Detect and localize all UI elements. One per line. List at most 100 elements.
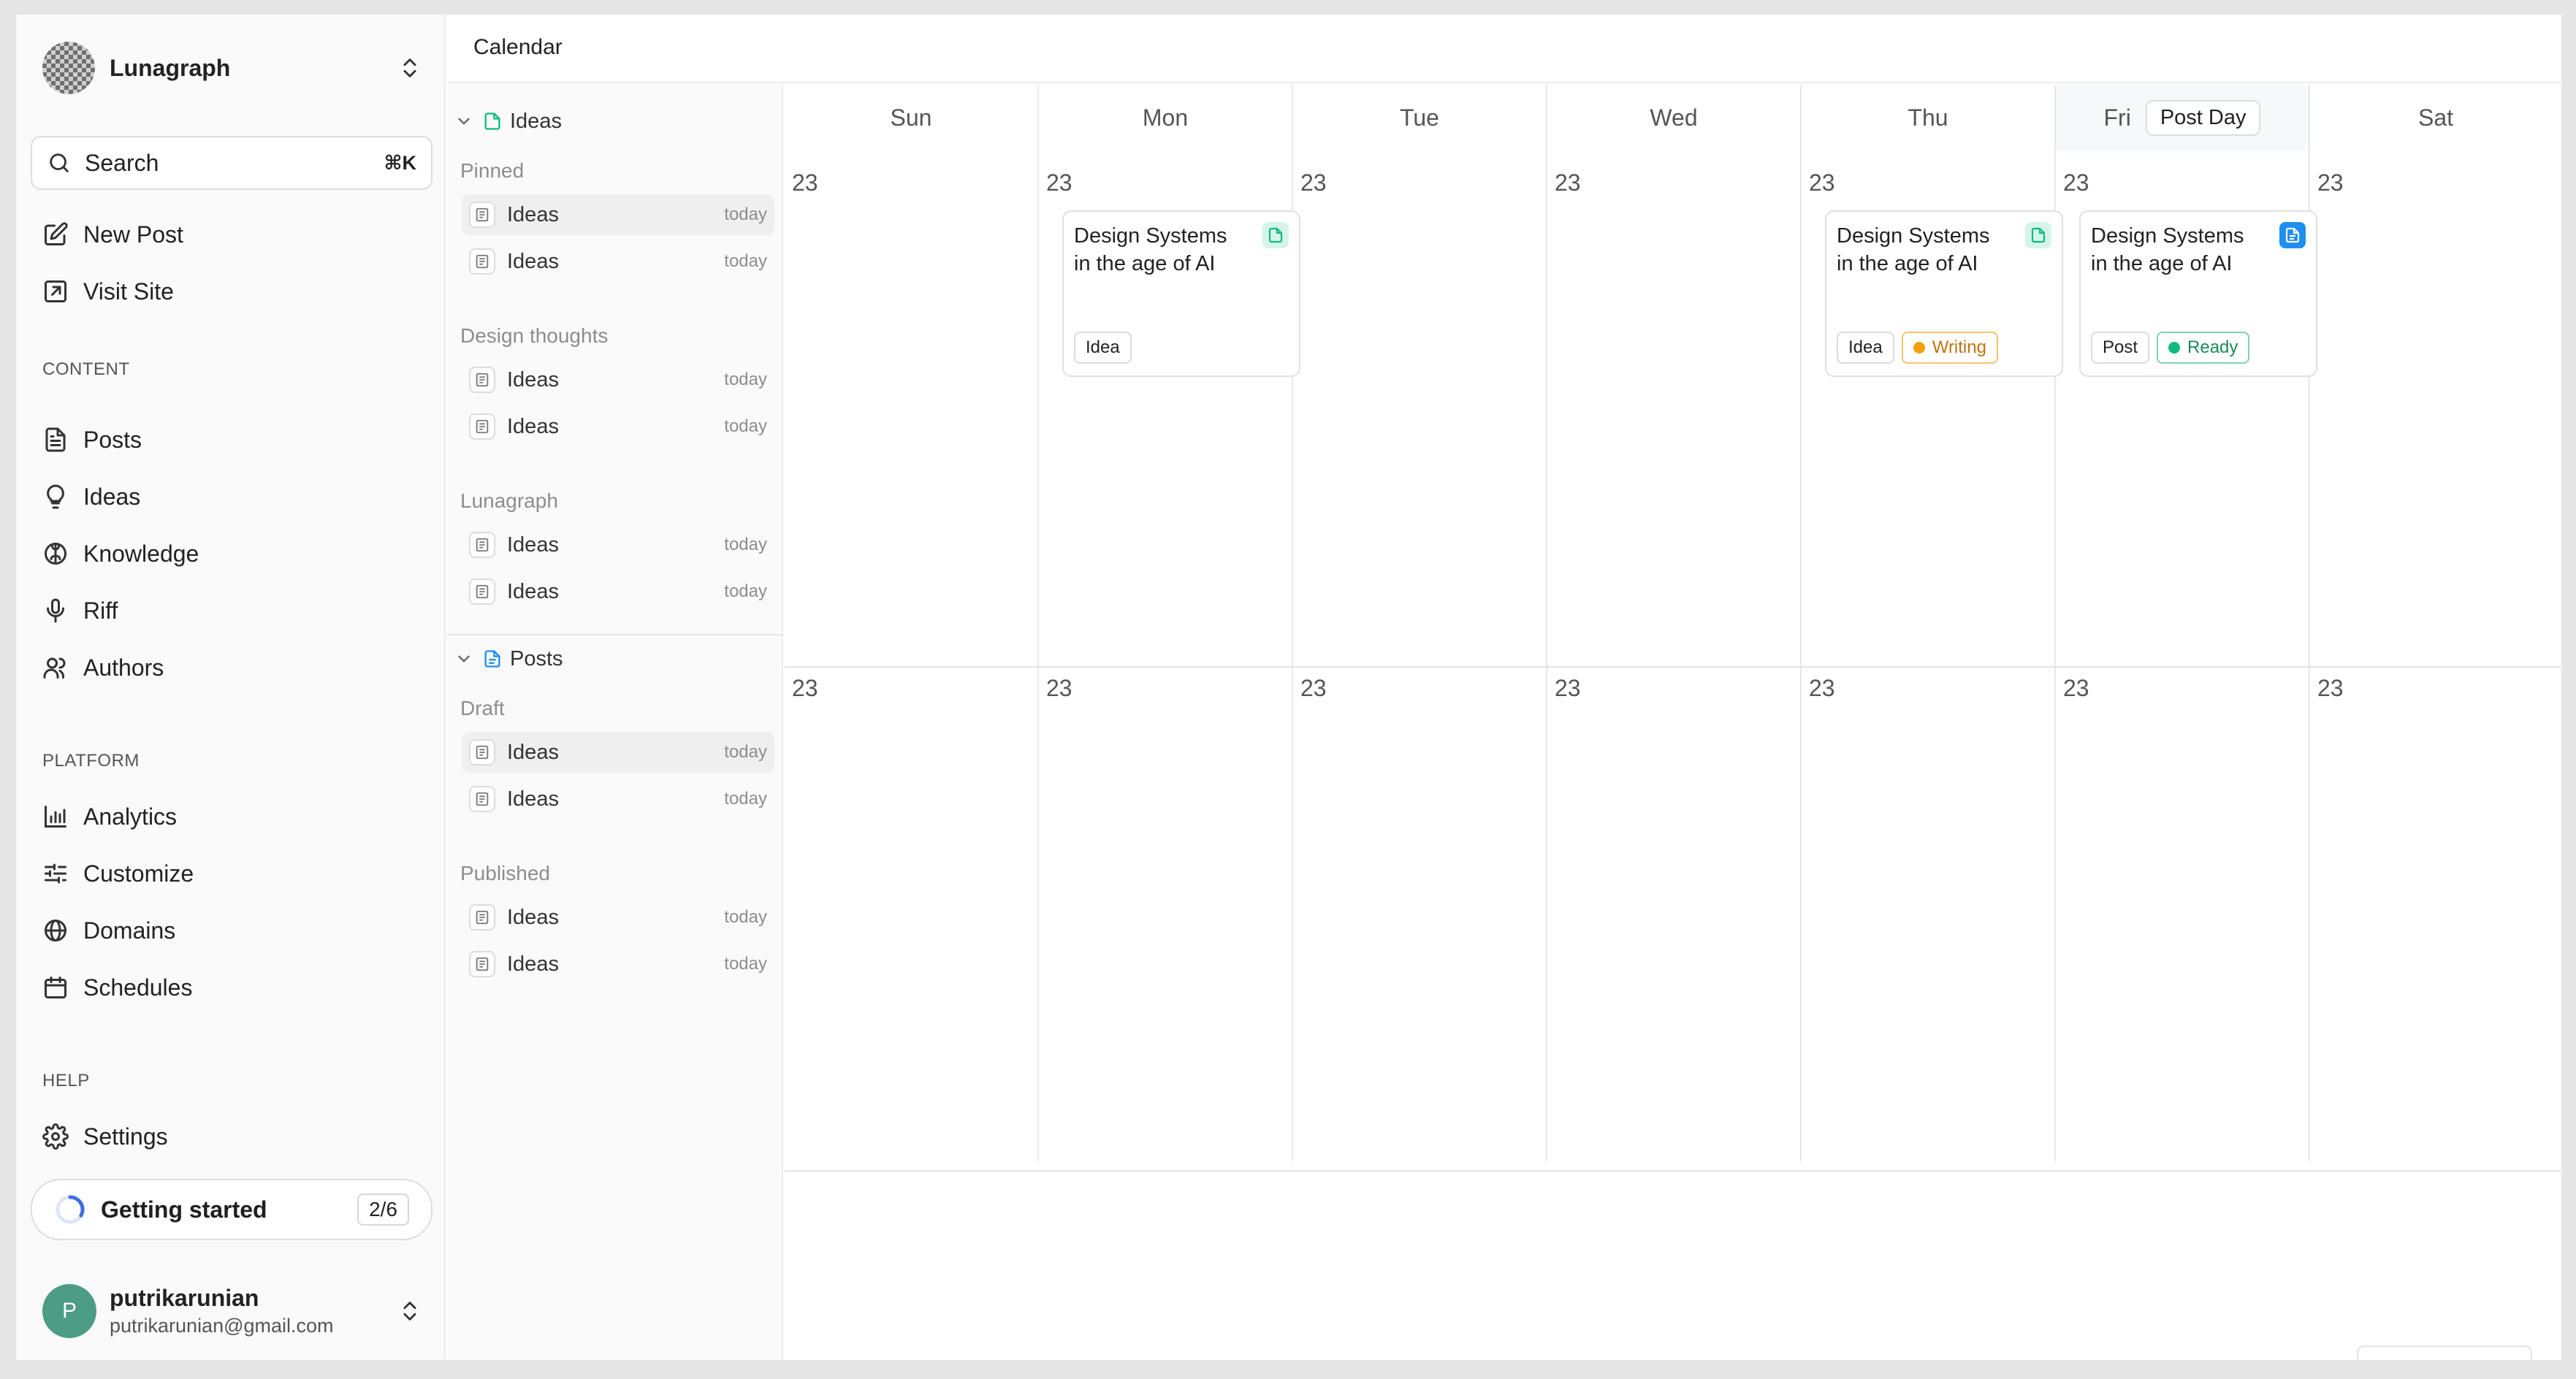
list-item-title: Ideas <box>507 202 559 226</box>
grid-line <box>1546 85 1547 1161</box>
grid-line <box>1037 85 1039 1161</box>
sidebar-item-posts[interactable]: Posts <box>42 417 422 462</box>
list-item-date: today <box>724 251 767 271</box>
sidebar-item-customize[interactable]: Customize <box>42 851 422 896</box>
list-item[interactable]: Ideas today <box>462 571 774 612</box>
sidebar-item-knowledge[interactable]: Knowledge <box>42 531 422 576</box>
sidebar-item-label: Knowledge <box>83 540 199 567</box>
subgroup-label: Design thoughts <box>460 324 609 347</box>
avatar: P <box>42 1284 96 1338</box>
tag-idea: Idea <box>1837 332 1894 364</box>
day-number[interactable]: 23 <box>2317 675 2344 702</box>
gear-icon <box>42 1123 69 1150</box>
list-item-title: Ideas <box>507 787 559 811</box>
document-icon <box>469 904 495 931</box>
content-panel: Ideas Pinned Ideas today Ideas today Des… <box>447 85 783 1360</box>
list-item-title: Ideas <box>507 579 559 603</box>
list-item-title: Ideas <box>507 740 559 764</box>
group-title: Posts <box>510 646 563 671</box>
day-number[interactable]: 23 <box>1300 675 1327 702</box>
post-day-badge[interactable]: Post Day <box>2145 99 2261 136</box>
day-number[interactable]: 23 <box>1555 675 1581 702</box>
list-item[interactable]: Ideas today <box>462 897 774 938</box>
status-dot <box>2168 342 2181 354</box>
user-email: putrikarunian@gmail.com <box>110 1315 334 1337</box>
day-header-sat: Sat <box>2417 104 2454 131</box>
sidebar-item-label: Posts <box>83 426 142 453</box>
day-number[interactable]: 23 <box>2063 169 2089 196</box>
list-item-title: Ideas <box>507 952 559 976</box>
section-label-help: HELP <box>42 1071 90 1090</box>
sidebar-item-domains[interactable]: Domains <box>42 908 422 953</box>
day-header-tue: Tue <box>1400 104 1439 131</box>
sidebar-item-settings[interactable]: Settings <box>42 1114 422 1159</box>
list-item[interactable]: Ideas today <box>462 359 774 400</box>
calendar-card[interactable]: Design Systems in the age of AI Post Rea… <box>2079 210 2317 377</box>
edit-icon <box>45 222 68 245</box>
list-item[interactable]: Ideas today <box>462 194 774 235</box>
list-item[interactable]: Ideas today <box>462 944 774 985</box>
list-item[interactable]: Ideas today <box>462 732 774 773</box>
sidebar: Lunagraph Search ⌘K New Post Visit Site … <box>16 15 446 1360</box>
user-menu[interactable]: P putrikarunian putrikarunian@gmail.com <box>42 1278 422 1344</box>
sidebar-item-ideas[interactable]: Ideas <box>42 474 422 519</box>
sidebar-item-schedules[interactable]: Schedules <box>42 965 422 1010</box>
day-header-thu: Thu <box>1908 104 1948 131</box>
post-doc-icon <box>484 650 500 668</box>
list-item[interactable]: Ideas today <box>462 779 774 820</box>
group-toggle-posts[interactable]: Posts <box>454 643 563 675</box>
search-icon <box>50 153 69 172</box>
day-number[interactable]: 23 <box>2063 675 2089 702</box>
new-post-button[interactable]: New Post <box>42 212 422 257</box>
document-icon <box>469 413 495 440</box>
document-icon <box>469 578 495 605</box>
document-icon <box>469 739 495 765</box>
day-number[interactable]: 23 <box>1046 169 1072 196</box>
users-icon <box>43 657 66 679</box>
list-item[interactable]: Ideas today <box>462 524 774 565</box>
day-header-mon: Mon <box>1142 104 1189 131</box>
calendar-icon <box>45 977 66 998</box>
workspace-switcher[interactable]: Lunagraph <box>42 41 422 95</box>
sidebar-item-label: Domains <box>83 917 176 944</box>
chevron-up-down-icon <box>403 1302 416 1321</box>
page-title: Calendar <box>473 35 563 59</box>
grid-line <box>1800 85 1802 1161</box>
group-toggle-ideas[interactable]: Ideas <box>454 105 562 137</box>
section-label-platform: PLATFORM <box>42 751 140 771</box>
sidebar-item-analytics[interactable]: Analytics <box>42 794 422 839</box>
day-number[interactable]: 23 <box>792 169 818 196</box>
day-number[interactable]: 23 <box>1555 169 1581 196</box>
day-number[interactable]: 23 <box>1809 675 1835 702</box>
sidebar-item-label: Customize <box>83 860 194 887</box>
day-number[interactable]: 23 <box>2317 169 2344 196</box>
sidebar-item-riff[interactable]: Riff <box>42 588 422 633</box>
day-number[interactable]: 23 <box>1300 169 1327 196</box>
status-dot <box>1913 342 1925 354</box>
search-button[interactable]: Search ⌘K <box>31 136 432 190</box>
list-item[interactable]: Ideas today <box>462 241 774 282</box>
list-item[interactable]: Ideas today <box>462 406 774 447</box>
globe-icon <box>45 920 66 941</box>
idea-doc-icon <box>1262 222 1289 248</box>
zoom-control[interactable] <box>2357 1345 2532 1360</box>
calendar-card[interactable]: Design Systems in the age of AI Idea <box>1062 210 1300 377</box>
list-item-date: today <box>724 907 767 927</box>
post-doc-icon <box>2279 222 2306 248</box>
sidebar-item-authors[interactable]: Authors <box>42 645 422 690</box>
chevron-down-icon <box>458 655 470 662</box>
calendar-card[interactable]: Design Systems in the age of AI Idea Wri… <box>1825 210 2063 377</box>
day-header-sun: Sun <box>890 104 932 131</box>
getting-started-button[interactable]: Getting started 2/6 <box>31 1179 432 1240</box>
tag-label: Writing <box>1932 337 1986 357</box>
day-number[interactable]: 23 <box>792 675 818 702</box>
visit-site-button[interactable]: Visit Site <box>42 269 422 314</box>
day-number[interactable]: 23 <box>1046 675 1072 702</box>
getting-started-label: Getting started <box>101 1196 267 1223</box>
subgroup-label: Draft <box>460 697 505 719</box>
document-icon <box>469 202 495 228</box>
group-title: Ideas <box>510 109 562 133</box>
sidebar-item-label: Settings <box>83 1123 168 1150</box>
list-item-date: today <box>724 581 767 601</box>
day-number[interactable]: 23 <box>1809 169 1835 196</box>
